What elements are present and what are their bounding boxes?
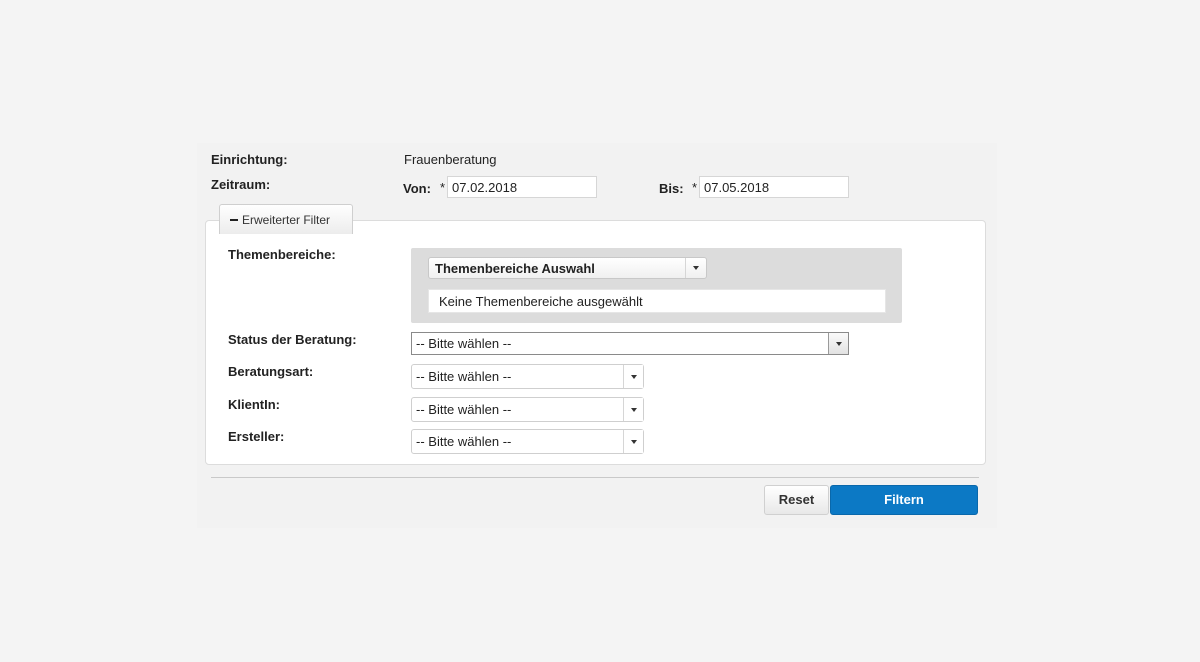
- period-label: Zeitraum:: [211, 177, 271, 192]
- to-required-marker: *: [692, 180, 698, 195]
- creator-select-value: -- Bitte wählen --: [416, 434, 512, 449]
- from-label: Von:: [403, 181, 431, 196]
- topics-label: Themenbereiche:: [228, 247, 336, 262]
- to-label: Bis:: [659, 181, 684, 196]
- chevron-down-icon: [630, 439, 637, 444]
- facility-label: Einrichtung:: [211, 152, 288, 167]
- client-select[interactable]: -- Bitte wählen --: [411, 397, 644, 422]
- advanced-filter-toggle-label: Erweiterter Filter: [242, 212, 331, 227]
- client-select-value: -- Bitte wählen --: [416, 402, 512, 417]
- chevron-down-icon: [693, 266, 699, 270]
- actions-divider: [211, 477, 979, 478]
- facility-value: Frauenberatung: [404, 152, 497, 167]
- client-label: KlientIn:: [228, 397, 280, 412]
- topics-select-label: Themenbereiche Auswahl: [435, 261, 595, 276]
- creator-label: Ersteller:: [228, 429, 285, 444]
- type-select[interactable]: -- Bitte wählen --: [411, 364, 644, 389]
- type-label: Beratungsart:: [228, 364, 314, 379]
- from-required-marker: *: [440, 180, 446, 195]
- topics-empty-text: Keine Themenbereiche ausgewählt: [428, 289, 886, 313]
- status-label: Status der Beratung:: [228, 332, 357, 347]
- chevron-down-icon: [630, 407, 637, 412]
- type-select-value: -- Bitte wählen --: [416, 369, 512, 384]
- creator-dropdown-button[interactable]: [623, 430, 643, 453]
- type-dropdown-button[interactable]: [623, 365, 643, 388]
- advanced-filter-toggle[interactable]: Erweiterter Filter: [219, 204, 353, 234]
- filter-button[interactable]: Filtern: [830, 485, 978, 515]
- minus-icon: [230, 218, 238, 221]
- reset-button[interactable]: Reset: [764, 485, 829, 515]
- creator-select[interactable]: -- Bitte wählen --: [411, 429, 644, 454]
- topics-dropdown-button[interactable]: [685, 258, 706, 278]
- to-date-input[interactable]: [699, 176, 849, 198]
- from-date-input[interactable]: [447, 176, 597, 198]
- status-select[interactable]: -- Bitte wählen --: [411, 332, 849, 355]
- status-select-value: -- Bitte wählen --: [416, 336, 512, 351]
- topics-select[interactable]: Themenbereiche Auswahl: [428, 257, 707, 279]
- chevron-down-icon: [630, 374, 637, 379]
- client-dropdown-button[interactable]: [623, 398, 643, 421]
- status-dropdown-button[interactable]: [828, 333, 848, 354]
- chevron-down-icon: [835, 341, 842, 346]
- page: Einrichtung: Frauenberatung Zeitraum: Vo…: [0, 0, 1200, 662]
